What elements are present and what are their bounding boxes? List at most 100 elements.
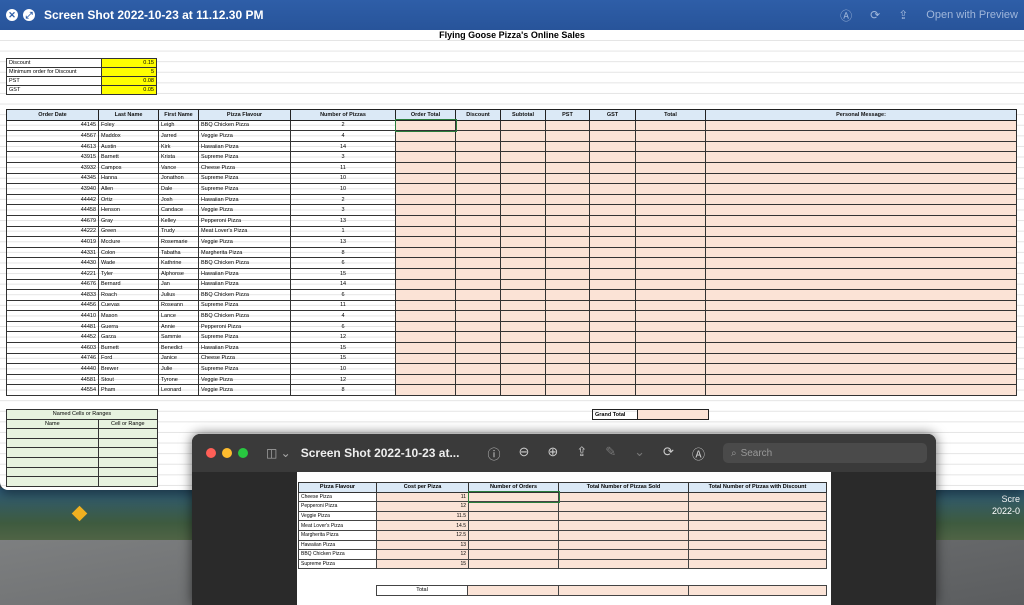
empty-cell[interactable] <box>545 161 590 174</box>
data-cell[interactable]: 14.5 <box>376 520 469 531</box>
data-cell[interactable]: Barnett <box>98 151 159 163</box>
empty-cell[interactable] <box>455 320 501 333</box>
empty-cell[interactable] <box>455 352 501 365</box>
empty-cell[interactable] <box>558 549 689 560</box>
empty-cell[interactable] <box>635 151 706 163</box>
data-cell[interactable]: 12 <box>290 331 396 344</box>
empty-cell[interactable] <box>545 299 590 312</box>
data-cell[interactable]: 11 <box>290 299 396 312</box>
empty-cell[interactable] <box>635 342 706 354</box>
column-header[interactable]: Cost per Pizza <box>376 482 469 493</box>
data-cell[interactable]: Cheese Pizza <box>198 352 291 365</box>
param-value[interactable]: 0.15 <box>101 58 157 68</box>
empty-cell[interactable] <box>467 491 560 503</box>
empty-cell[interactable] <box>395 331 456 344</box>
data-cell[interactable]: 15 <box>290 342 396 354</box>
empty-cell[interactable] <box>395 299 456 312</box>
empty-cell[interactable] <box>455 172 501 185</box>
empty-cell[interactable] <box>635 246 706 259</box>
empty-cell[interactable] <box>589 352 636 365</box>
data-cell[interactable]: Stout <box>98 373 159 386</box>
empty-cell[interactable] <box>395 320 456 333</box>
empty-cell[interactable] <box>589 193 636 206</box>
data-cell[interactable]: Janice <box>158 352 199 365</box>
empty-cell[interactable] <box>688 501 827 512</box>
empty-cell[interactable] <box>705 310 1017 322</box>
data-cell[interactable]: 12.5 <box>376 529 469 541</box>
empty-cell[interactable] <box>705 267 1017 280</box>
data-cell[interactable]: 4 <box>290 310 396 322</box>
markup-icon[interactable]: Ⓐ <box>840 7 852 24</box>
empty-cell[interactable] <box>705 204 1017 216</box>
data-cell[interactable]: Tyler <box>98 267 159 280</box>
data-cell[interactable]: Guerra <box>98 320 159 333</box>
empty-cell[interactable] <box>395 140 456 153</box>
empty-cell[interactable] <box>705 246 1017 259</box>
empty-cell[interactable] <box>558 539 689 551</box>
empty-cell[interactable] <box>589 342 636 354</box>
fullscreen-icon[interactable]: ⤢ <box>23 9 35 21</box>
data-cell[interactable]: 44554 <box>6 384 99 397</box>
data-cell[interactable]: Roseann <box>158 299 199 312</box>
empty-cell[interactable] <box>455 278 501 291</box>
data-cell[interactable]: Supreme Pizza <box>198 299 291 312</box>
empty-cell[interactable] <box>705 193 1017 206</box>
param-value[interactable]: 5 <box>101 67 157 77</box>
empty-cell[interactable] <box>545 352 590 365</box>
column-header[interactable]: Order Date <box>6 109 99 121</box>
empty-cell[interactable] <box>545 193 590 206</box>
empty-cell[interactable] <box>635 161 706 174</box>
empty-cell[interactable] <box>468 501 559 512</box>
data-cell[interactable]: Hawaiian Pizza <box>198 342 291 354</box>
empty-cell[interactable] <box>688 539 827 551</box>
data-cell[interactable]: Candace <box>158 204 199 216</box>
empty-cell[interactable] <box>635 236 706 248</box>
empty-cell[interactable] <box>705 225 1017 238</box>
empty-cell[interactable] <box>589 384 636 397</box>
empty-cell[interactable] <box>545 214 590 227</box>
data-cell[interactable]: 13 <box>290 236 396 248</box>
empty-cell[interactable] <box>468 520 559 531</box>
markup-icon[interactable]: Ⓐ <box>692 444 705 463</box>
data-cell[interactable]: 44833 <box>6 289 99 301</box>
data-cell[interactable]: 44613 <box>6 140 99 153</box>
data-cell[interactable]: Supreme Pizza <box>198 331 291 344</box>
empty-cell[interactable] <box>589 214 636 227</box>
empty-cell[interactable] <box>455 225 501 238</box>
empty-cell[interactable] <box>468 529 559 541</box>
named-cell[interactable] <box>97 437 159 449</box>
data-cell[interactable]: Supreme Pizza <box>198 172 291 185</box>
data-cell[interactable]: Gray <box>98 214 159 227</box>
data-cell[interactable]: Veggie Pizza <box>198 204 291 216</box>
empty-cell[interactable] <box>589 140 636 153</box>
data-cell[interactable]: Krista <box>158 151 199 163</box>
data-cell[interactable]: Benedict <box>158 342 199 354</box>
data-cell[interactable]: Margherita Pizza <box>298 529 377 541</box>
data-cell[interactable]: 10 <box>290 172 396 185</box>
total-cell[interactable] <box>558 585 689 596</box>
empty-cell[interactable] <box>635 310 706 322</box>
empty-cell[interactable] <box>395 172 456 185</box>
empty-cell[interactable] <box>545 363 590 375</box>
data-cell[interactable]: 44567 <box>6 130 99 142</box>
pen-icon[interactable]: ✎ <box>605 444 616 463</box>
empty-cell[interactable] <box>705 172 1017 185</box>
empty-cell[interactable] <box>545 289 590 301</box>
empty-cell[interactable] <box>545 130 590 142</box>
empty-cell[interactable] <box>589 310 636 322</box>
data-cell[interactable]: 14 <box>290 278 396 291</box>
data-cell[interactable]: 44676 <box>6 278 99 291</box>
data-cell[interactable]: Trudy <box>158 225 199 238</box>
data-cell[interactable]: Pham <box>98 384 159 397</box>
data-cell[interactable]: Hawaiian Pizza <box>298 539 377 551</box>
data-cell[interactable]: BBQ Chicken Pizza <box>198 310 291 322</box>
empty-cell[interactable] <box>455 310 501 322</box>
empty-cell[interactable] <box>455 299 501 312</box>
data-cell[interactable]: Ford <box>98 352 159 365</box>
empty-cell[interactable] <box>500 151 546 163</box>
data-cell[interactable]: Tabatha <box>158 246 199 259</box>
empty-cell[interactable] <box>705 119 1017 132</box>
empty-cell[interactable] <box>589 320 636 333</box>
empty-cell[interactable] <box>545 310 590 322</box>
named-cell[interactable] <box>6 466 99 478</box>
